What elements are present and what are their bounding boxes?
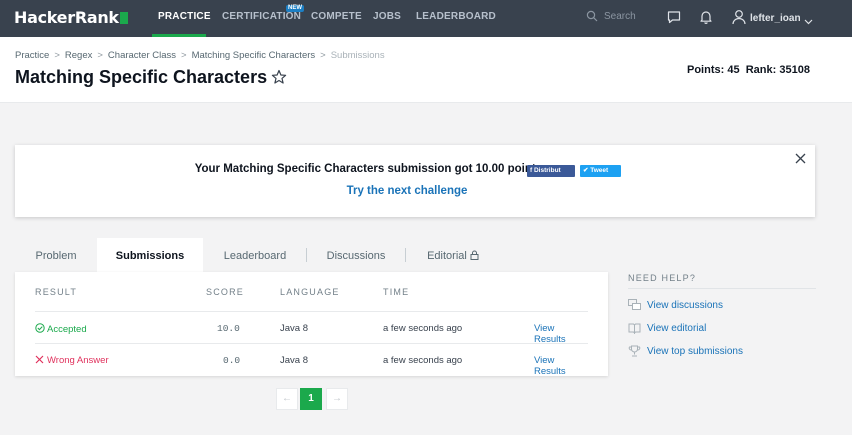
cross-icon [35, 355, 44, 364]
view-results-link[interactable]: View Results [534, 355, 588, 377]
tab-submissions[interactable]: Submissions [97, 238, 203, 272]
bookmark-star-icon[interactable] [271, 69, 287, 85]
points-value: 45 [727, 64, 740, 76]
points-rank: Points: 45 Rank: 35108 [687, 64, 810, 76]
view-top-submissions-link[interactable]: View top submissions [628, 345, 743, 357]
search-placeholder: Search [604, 11, 636, 22]
breadcrumb-separator-icon: > [97, 50, 103, 61]
breadcrumb-separator-icon: > [181, 50, 187, 61]
notifications-bell-icon[interactable] [698, 9, 714, 25]
nav-leaderboard[interactable]: LEADERBOARD [416, 11, 496, 22]
messages-icon[interactable] [666, 9, 682, 25]
banner-message: Your Matching Specific Characters submis… [194, 163, 546, 175]
logo-block-icon [119, 12, 128, 24]
header-result: RESULT [35, 287, 78, 297]
nav-certification[interactable]: CERTIFICATION [222, 11, 301, 22]
check-circle-icon [35, 323, 45, 333]
breadcrumb-separator-icon: > [54, 50, 60, 61]
view-editorial-link[interactable]: View editorial [628, 322, 706, 335]
nav-practice[interactable]: PRACTICE [158, 11, 211, 22]
language-cell: Java 8 [280, 323, 308, 334]
discussions-icon [628, 299, 641, 310]
table-row: Wrong Answer 0.0 Java 8 a few seconds ag… [35, 343, 588, 377]
tab-problem[interactable]: Problem [15, 238, 97, 272]
facebook-share-button[interactable]: f Distribut [527, 165, 575, 177]
username: lefter_ioan [750, 13, 801, 24]
submissions-table: RESULT SCORE LANGUAGE TIME Accepted 10.0… [15, 272, 608, 377]
tab-discussions[interactable]: Discussions [307, 238, 405, 272]
result-accepted: Accepted [35, 323, 87, 335]
header-language: LANGUAGE [280, 287, 340, 297]
close-icon[interactable] [795, 153, 806, 164]
tab-editorial[interactable]: Editorial [415, 238, 491, 272]
header-time: TIME [383, 287, 410, 297]
breadcrumb-regex[interactable]: Regex [65, 50, 92, 61]
view-discussions-link[interactable]: View discussions [628, 299, 723, 311]
rank-value: 35108 [779, 64, 810, 76]
need-help-divider [628, 288, 816, 289]
table-row: Accepted 10.0 Java 8 a few seconds ago V… [35, 311, 588, 345]
chevron-down-icon [804, 19, 813, 25]
tab-divider [405, 248, 406, 262]
breadcrumb-separator-icon: > [320, 50, 326, 61]
top-navbar: HackerRank PRACTICE CERTIFICATION NEW CO… [0, 0, 852, 37]
time-cell: a few seconds ago [383, 323, 463, 334]
lock-icon [470, 250, 479, 260]
result-wrong-answer: Wrong Answer [35, 355, 109, 366]
pagination-next-button[interactable]: → [326, 388, 348, 410]
pagination-page-1[interactable]: 1 [300, 388, 322, 410]
points-label: Points: [687, 64, 725, 76]
nav-jobs[interactable]: JOBS [373, 11, 401, 22]
need-help-heading: NEED HELP? [628, 273, 697, 283]
hackerrank-logo[interactable]: HackerRank [14, 8, 128, 27]
user-menu[interactable]: lefter_ioan [732, 9, 817, 25]
view-results-link[interactable]: View Results [534, 323, 588, 345]
tab-leaderboard[interactable]: Leaderboard [205, 238, 305, 272]
trophy-icon [628, 345, 641, 357]
score-cell: 0.0 [223, 355, 241, 366]
breadcrumb-character-class[interactable]: Character Class [108, 50, 176, 61]
search-icon [586, 10, 598, 22]
page-title: Matching Specific Characters [15, 67, 268, 87]
user-avatar-icon [732, 10, 746, 25]
header-score: SCORE [206, 287, 245, 297]
twitter-share-button[interactable]: ✔ Tweet [580, 165, 621, 177]
breadcrumb-practice[interactable]: Practice [15, 50, 49, 61]
time-cell: a few seconds ago [383, 355, 463, 366]
new-badge: NEW [286, 5, 304, 12]
pagination-prev-button[interactable]: ← [276, 388, 298, 410]
language-cell: Java 8 [280, 355, 308, 366]
search-box[interactable]: Search [586, 9, 646, 25]
breadcrumb-submissions: Submissions [330, 50, 385, 61]
submission-result-banner: Your Matching Specific Characters submis… [15, 145, 815, 217]
nav-compete[interactable]: COMPETE [311, 11, 362, 22]
breadcrumb: Practice > Regex > Character Class > Matching … [15, 50, 385, 61]
page-header: Practice > Regex > Character Class > Matching … [0, 37, 852, 103]
score-cell: 10.0 [217, 323, 240, 334]
banner-message-row: Your Matching Specific Characters submis… [15, 163, 815, 175]
breadcrumb-challenge[interactable]: Matching Specific Characters [192, 50, 316, 61]
rank-label: Rank: [745, 64, 777, 76]
next-challenge-link[interactable]: Try the next challenge [15, 185, 799, 197]
book-icon [628, 323, 641, 335]
